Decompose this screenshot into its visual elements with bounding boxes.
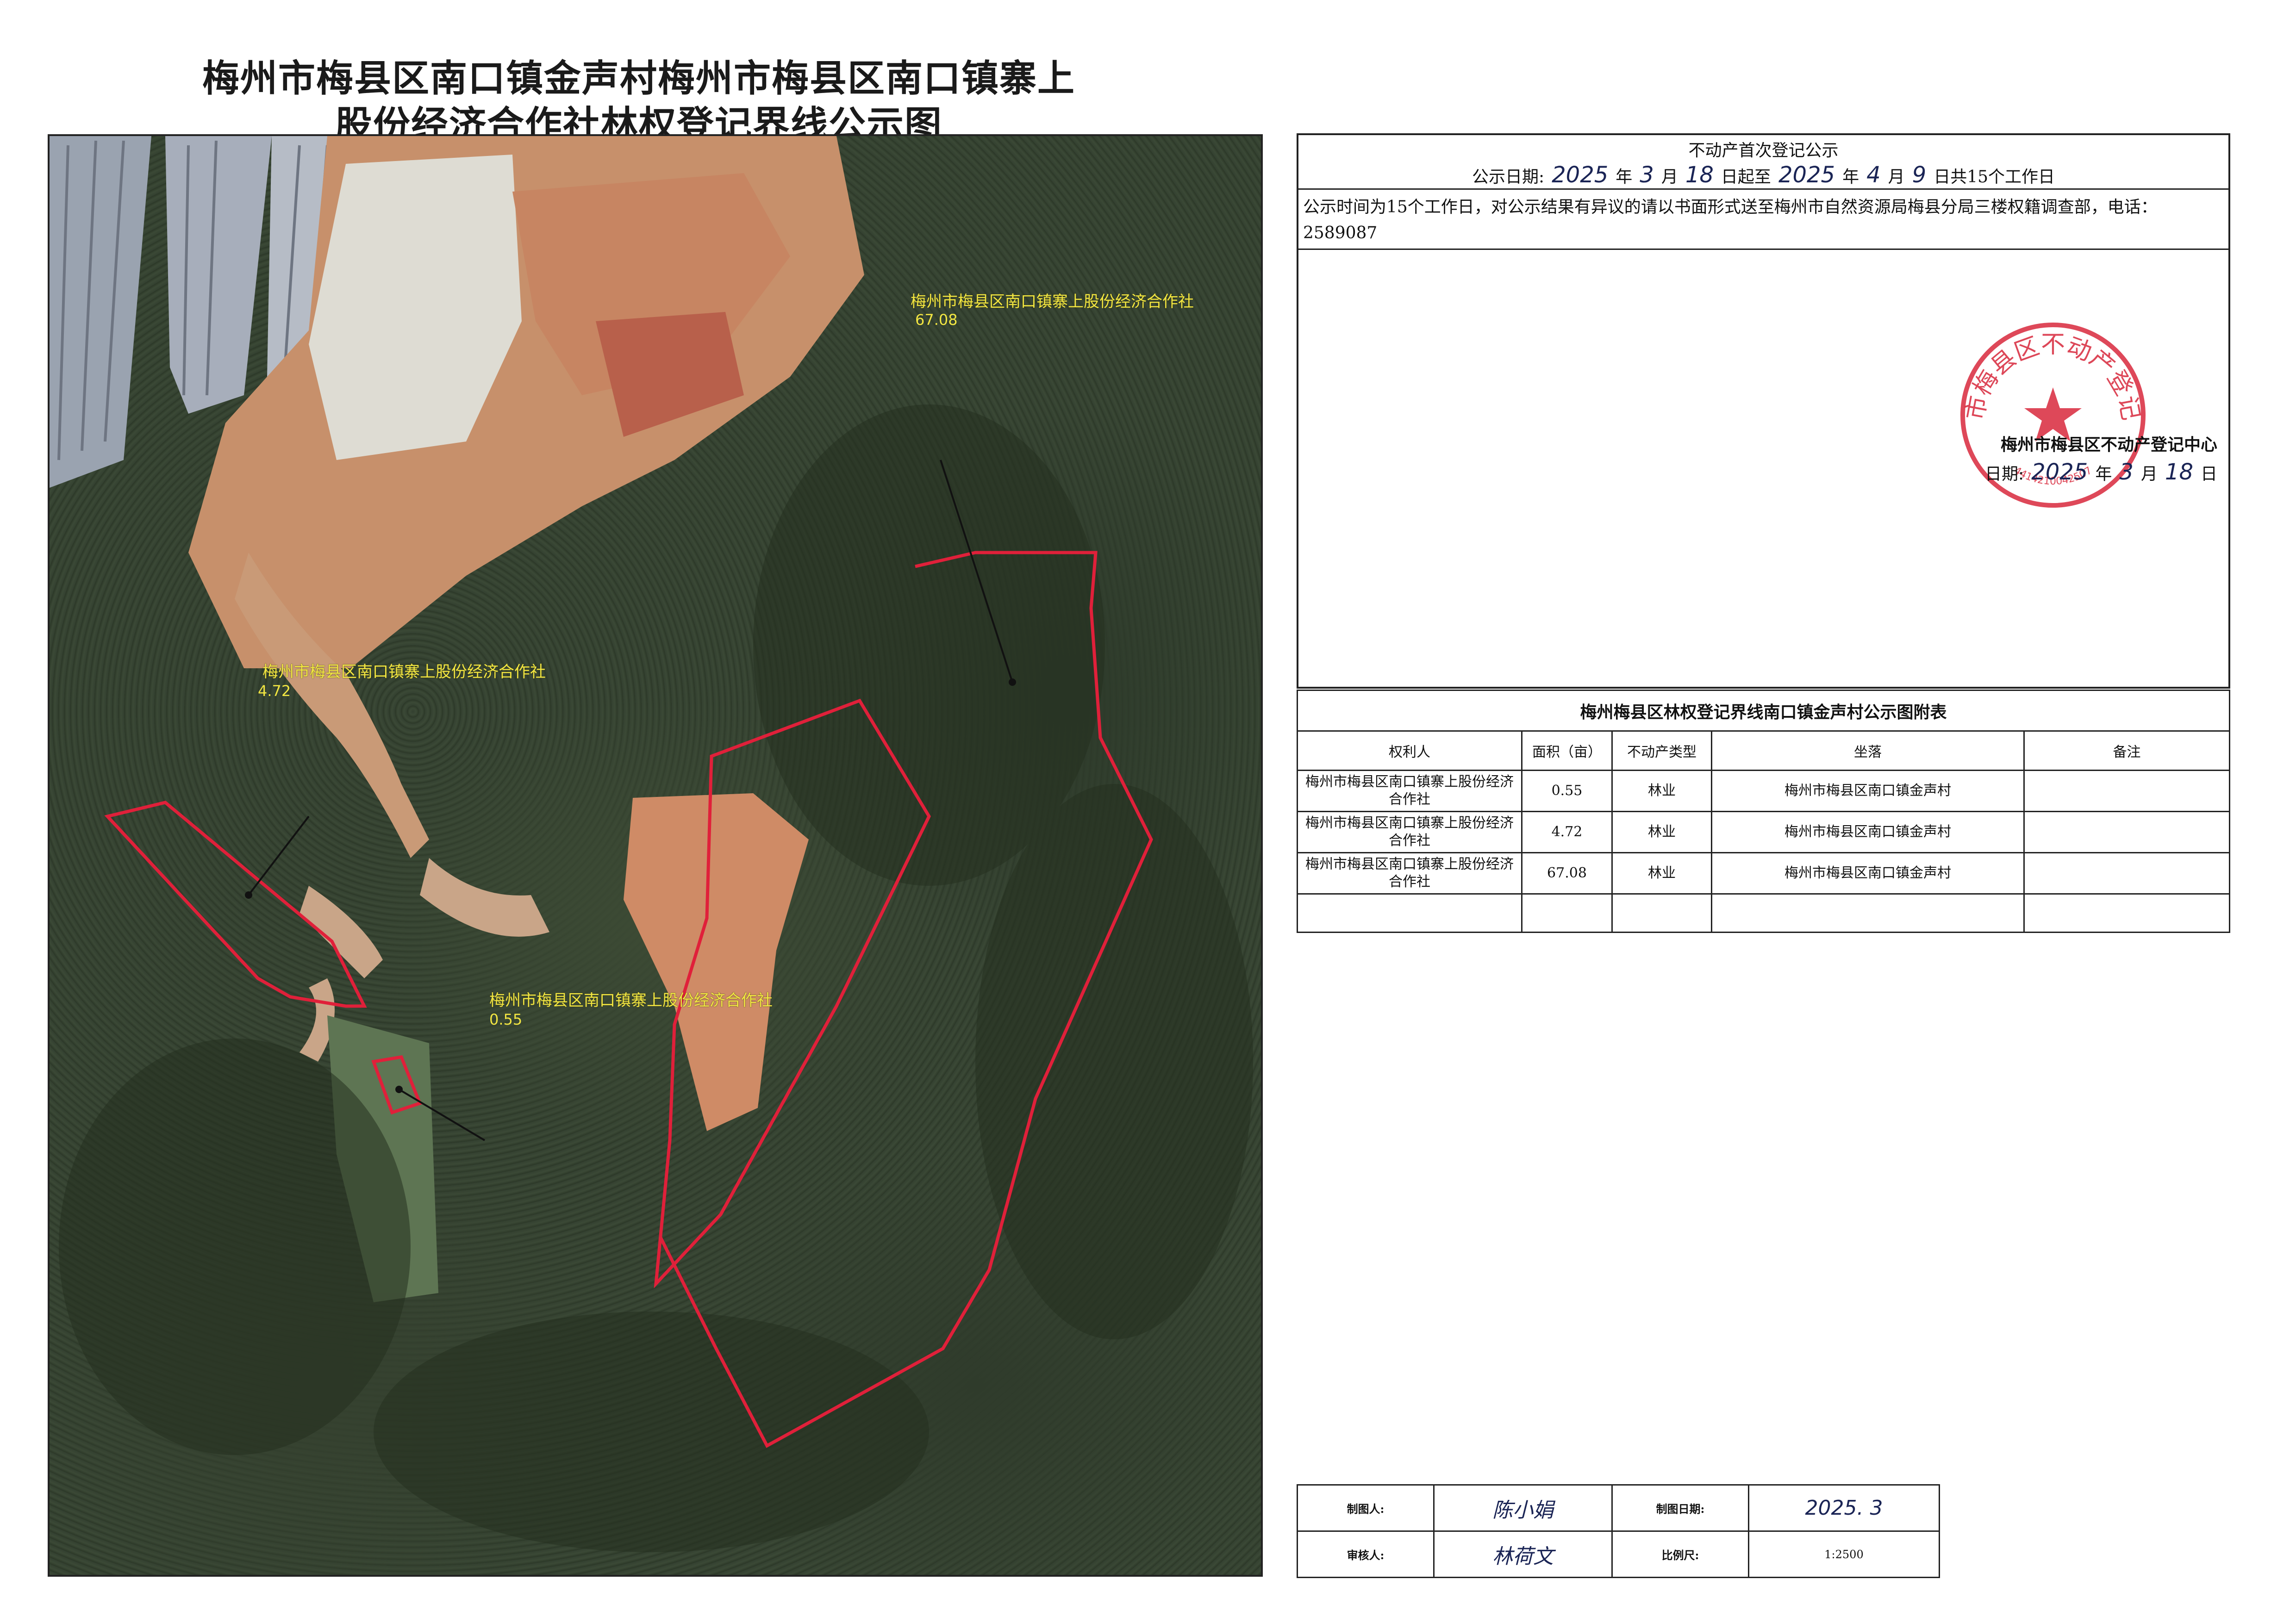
cell-area: 4.72	[1521, 811, 1613, 853]
notice-body-row: 公示时间为15个工作日，对公示结果有异议的请以书面形式送至梅州市自然资源局梅县分…	[1298, 190, 2228, 250]
column-header: 坐落	[1711, 730, 2025, 771]
cell-type: 林业	[1611, 852, 1712, 895]
parcel-label-owner: 梅州市梅县区南口镇寨上股份经济合作社	[911, 292, 1194, 311]
end-day: 9	[1912, 162, 1927, 188]
sign-year: 2025	[2031, 459, 2088, 485]
satellite-map[interactable]: 梅州市梅县区南口镇寨上股份经济合作社 67.08 梅州市梅县区南口镇寨上股份经济…	[48, 134, 1263, 1577]
end-year: 2025	[1778, 162, 1835, 188]
cell-note	[2023, 770, 2230, 812]
notice-header: 不动产首次登记公示 公示日期: 2025 年 3 月 18 日起至 2025 年 4 月 9 日共15个…	[1298, 135, 2228, 190]
column-header: 备注	[2023, 730, 2230, 771]
cell-location: 梅州市梅县区南口镇金声村	[1711, 852, 2025, 895]
day-label: 日	[2200, 465, 2217, 484]
start-year: 2025	[1552, 162, 1609, 188]
year-label: 年	[1616, 168, 1633, 187]
map-title-line-1: 梅州市梅县区南口镇金声村梅州市梅县区南口镇寨上	[202, 57, 1075, 100]
map-imagery	[50, 136, 1253, 1552]
table-row: 梅州市梅县区南口镇寨上股份经济合作社 0.55 林业 梅州市梅县区南口镇金声村	[1297, 770, 2230, 812]
table-row: 梅州市梅县区南口镇寨上股份经济合作社 67.08 林业 梅州市梅县区南口镇金声村	[1297, 852, 2230, 895]
start-month: 3	[1640, 162, 1654, 188]
end-label: 日共15个工作日	[1934, 168, 2055, 187]
parcel-label-area: 4.72	[258, 682, 291, 700]
cell-type: 林业	[1611, 770, 1712, 812]
parcel-label-area: 0.55	[489, 1011, 523, 1028]
signoff-table: 制图人: 陈小娟 制图日期: 2025. 3 审核人: 林荷文 比例尺: 1:2…	[1297, 1484, 1940, 1578]
notice-period: 公示日期: 2025 年 3 月 18 日起至 2025 年 4 月 9 日共15个工作日	[1298, 162, 2228, 188]
cell-owner: 梅州市梅县区南口镇寨上股份经济合作社	[1297, 770, 1522, 812]
parcel-label-area: 67.08	[915, 311, 958, 329]
make-date: 2025. 3	[1748, 1484, 1940, 1532]
scale-label: 比例尺:	[1611, 1530, 1749, 1578]
end-month: 4	[1866, 162, 1881, 188]
sign-month: 3	[2119, 459, 2134, 485]
table-header-row: 权利人 面积（亩） 不动产类型 坐落 备注	[1297, 730, 2230, 771]
maker-signature: 陈小娟	[1433, 1484, 1613, 1532]
parcel-label-owner: 梅州市梅县区南口镇寨上股份经济合作社	[262, 663, 546, 681]
column-header: 面积（亩）	[1521, 730, 1613, 771]
table-row: 梅州市梅县区南口镇寨上股份经济合作社 4.72 林业 梅州市梅县区南口镇金声村	[1297, 811, 2230, 853]
cell-note	[2023, 811, 2230, 853]
map-scale: 1:2500	[1748, 1530, 1940, 1578]
reviewer-label: 审核人:	[1297, 1530, 1435, 1578]
column-header: 不动产类型	[1611, 730, 1712, 771]
cell-location: 梅州市梅县区南口镇金声村	[1711, 770, 2025, 812]
month-label: 月	[1661, 168, 1678, 187]
cell-location: 梅州市梅县区南口镇金声村	[1711, 811, 2025, 853]
month-label: 月	[1888, 168, 1905, 187]
date-label: 日期:	[1985, 465, 2024, 484]
cell-owner: 梅州市梅县区南口镇寨上股份经济合作社	[1297, 811, 1522, 853]
table-row-empty	[1297, 893, 2230, 933]
cell-owner: 梅州市梅县区南口镇寨上股份经济合作社	[1297, 852, 1522, 895]
sign-day: 18	[2165, 459, 2193, 485]
maker-label: 制图人:	[1297, 1484, 1435, 1532]
notice-title: 不动产首次登记公示	[1688, 141, 1839, 160]
cell-note	[2023, 852, 2230, 895]
parcel-label-owner: 梅州市梅县区南口镇寨上股份经济合作社	[489, 991, 773, 1010]
public-notice-box: 不动产首次登记公示 公示日期: 2025 年 3 月 18 日起至 2025 年 4 月 9 日共15个…	[1297, 133, 2230, 689]
year-label: 年	[1842, 168, 1859, 187]
year-label: 年	[2095, 465, 2112, 484]
issuing-authority: 梅州市梅县区不动产登记中心	[2000, 435, 2217, 454]
notice-date-prefix: 公示日期:	[1472, 168, 1545, 187]
reviewer-signature: 林荷文	[1433, 1530, 1613, 1578]
column-header: 权利人	[1297, 730, 1522, 771]
make-date-label: 制图日期:	[1611, 1484, 1749, 1532]
attachment-table: 梅州梅县区林权登记界线南口镇金声村公示图附表 权利人 面积（亩） 不动产类型 坐…	[1297, 690, 2230, 933]
month-label: 月	[2140, 465, 2158, 484]
attachment-title: 梅州梅县区林权登记界线南口镇金声村公示图附表	[1297, 690, 2230, 732]
from-label: 日起至	[1721, 168, 1771, 187]
issue-date: 日期: 2025 年 3 月 18 日	[1985, 459, 2217, 485]
notice-body: 公示时间为15个工作日，对公示结果有异议的请以书面形式送至梅州市自然资源局梅县分…	[1303, 198, 2158, 243]
cell-area: 67.08	[1521, 852, 1613, 895]
start-day: 18	[1685, 162, 1714, 188]
cell-area: 0.55	[1521, 770, 1613, 812]
cell-type: 林业	[1611, 811, 1712, 853]
